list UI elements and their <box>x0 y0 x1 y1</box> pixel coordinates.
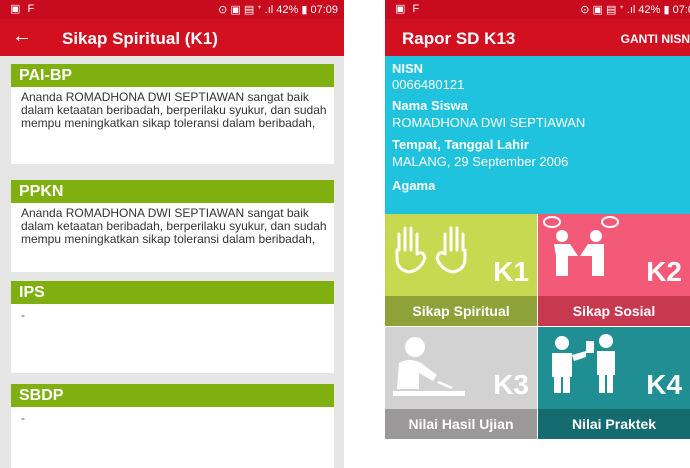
tile-label: Sikap Sosial <box>538 296 690 326</box>
status-indicators: ⊙ ▣ ▤ ᐩ .ıl 42% ▮ 07:09 <box>218 4 338 16</box>
tile-code: K1 <box>493 256 529 287</box>
subject-name: PPKN <box>11 180 334 203</box>
tile-k1-sikap-spiritual[interactable]: K1 Sikap Spiritual <box>385 214 537 326</box>
praying-hands-icon <box>395 226 467 274</box>
subject-card-pai-bp[interactable]: PAI-BP Ananda ROMADHONA DWI SEPTIAWAN sa… <box>11 64 334 164</box>
birth-value: MALANG, 29 September 2006 <box>392 154 569 169</box>
subject-name: IPS <box>11 281 334 304</box>
notification-icons: ▣ F <box>395 3 422 15</box>
ganti-nisn-button[interactable]: GANTI NISN <box>621 32 690 46</box>
subject-description: Ananda ROMADHONA DWI SEPTIAWAN sangat ba… <box>21 90 327 130</box>
tile-code: K2 <box>646 256 682 287</box>
student-writing-icon <box>393 337 465 396</box>
status-bar: ▣ F ⊙ ▣ ▤ ᐩ .ıl 42% ▮ 07:0 <box>385 0 690 19</box>
name-value: ROMADHONA DWI SEPTIAWAN <box>392 115 586 130</box>
subject-description: Ananda ROMADHONA DWI SEPTIAWAN sangat ba… <box>21 206 327 246</box>
subject-name: SBDP <box>11 384 334 407</box>
tile-k2-sikap-sosial[interactable]: K2 Sikap Sosial <box>538 214 690 326</box>
notification-icons: ▣ F <box>10 3 37 15</box>
tile-label: Nilai Praktek <box>538 409 690 439</box>
page-title: Sikap Spiritual (K1) <box>62 29 218 48</box>
subject-description: - <box>21 308 25 322</box>
tile-k4-nilai-praktek[interactable]: K4 Nilai Praktek <box>538 327 690 439</box>
tile-code: K4 <box>646 369 682 400</box>
tile-code: K3 <box>493 369 529 400</box>
app-title: Rapor SD K13 <box>402 29 516 48</box>
tile-label: Nilai Hasil Ujian <box>385 409 537 439</box>
student-info-panel: NISN 0066480121 Nama Siswa ROMADHONA DWI… <box>385 56 690 214</box>
status-indicators: ⊙ ▣ ▤ ᐩ .ıl 42% ▮ 07:0 <box>580 4 690 16</box>
status-bar: ▣ F ⊙ ▣ ▤ ᐩ .ıl 42% ▮ 07:09 <box>0 0 344 19</box>
app-bar: ← Sikap Spiritual (K1) <box>0 19 344 56</box>
tile-k3-nilai-hasil-ujian[interactable]: K3 Nilai Hasil Ujian <box>385 327 537 439</box>
app-bar: Rapor SD K13 GANTI NISN <box>385 19 690 56</box>
religion-label: Agama <box>392 178 436 193</box>
nisn-label: NISN <box>392 61 424 76</box>
subject-card-ips[interactable]: IPS - <box>11 281 334 373</box>
birth-label: Tempat, Tanggal Lahir <box>392 137 529 152</box>
name-label: Nama Siswa <box>392 98 468 113</box>
arrow-left-icon[interactable]: ← <box>12 25 32 48</box>
right-phone-screen: ▣ F ⊙ ▣ ▤ ᐩ .ıl 42% ▮ 07:0 Rapor SD K13 … <box>385 0 690 468</box>
tile-label: Sikap Spiritual <box>385 296 537 326</box>
presentation-people-icon <box>552 334 615 393</box>
subject-name: PAI-BP <box>11 64 334 87</box>
left-phone-screen: ▣ F ⊙ ▣ ▤ ᐩ .ıl 42% ▮ 07:09 ← Sikap Spir… <box>0 0 344 468</box>
subject-card-ppkn[interactable]: PPKN Ananda ROMADHONA DWI SEPTIAWAN sang… <box>11 180 334 272</box>
subject-description: - <box>21 411 25 425</box>
nisn-value: 0066480121 <box>392 77 465 92</box>
subject-card-sbdp[interactable]: SBDP - <box>11 384 334 468</box>
handshake-people-icon <box>543 216 619 276</box>
